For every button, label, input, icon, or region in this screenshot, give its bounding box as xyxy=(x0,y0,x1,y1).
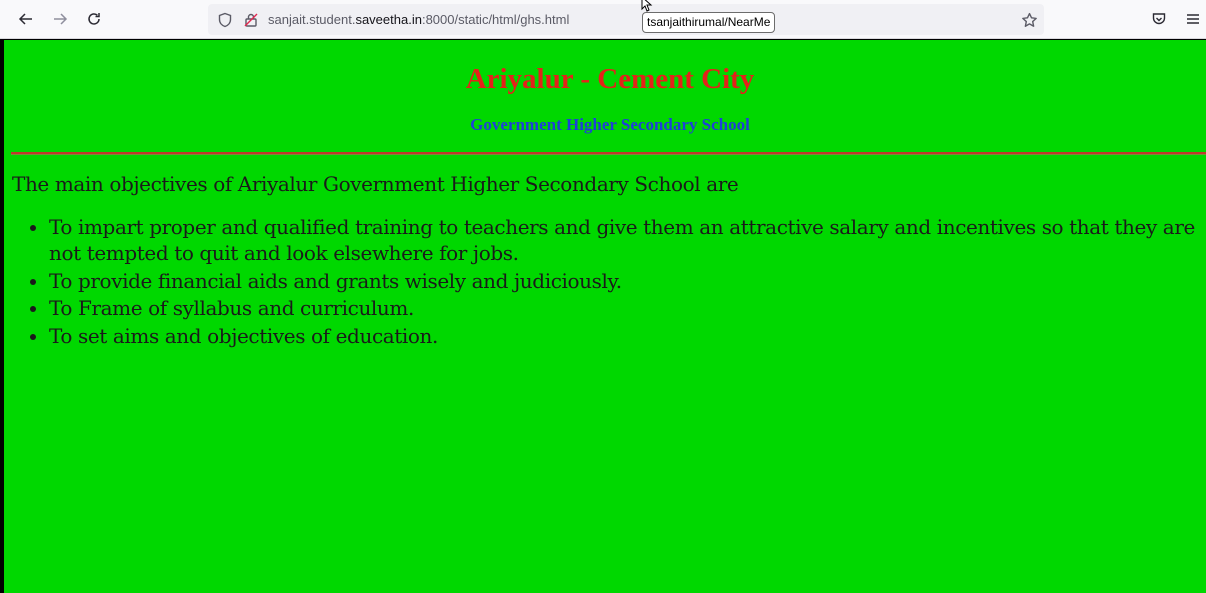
url-text[interactable]: sanjait.student.saveetha.in:8000/static/… xyxy=(268,12,569,27)
pocket-icon xyxy=(1152,13,1166,25)
url-suffix: :8000/static/html/ghs.html xyxy=(421,12,570,27)
forward-button[interactable] xyxy=(49,8,71,30)
tracking-protection-shield-icon[interactable] xyxy=(216,11,234,29)
pocket-button[interactable] xyxy=(1148,8,1170,30)
intro-text: The main objectives of Ariyalur Governme… xyxy=(12,172,739,196)
page-title: Ariyalur - Cement City xyxy=(465,63,755,95)
browser-toolbar: sanjait.student.saveetha.in:8000/static/… xyxy=(0,0,1206,39)
page-viewport: Ariyalur - Cement City Government Higher… xyxy=(4,40,1206,593)
menu-button[interactable] xyxy=(1182,8,1204,30)
objective-item: To set aims and objectives of education. xyxy=(49,323,1206,349)
hamburger-menu-icon xyxy=(1187,14,1199,24)
link-tooltip: tsanjaithirumal/NearMe xyxy=(642,12,776,33)
bookmark-star-icon[interactable] xyxy=(1020,11,1038,29)
mouse-cursor-icon xyxy=(641,0,653,12)
forward-arrow-icon xyxy=(54,13,68,25)
reload-icon xyxy=(88,13,100,25)
horizontal-rule xyxy=(11,152,1206,155)
address-bar[interactable]: sanjait.student.saveetha.in:8000/static/… xyxy=(208,4,1044,35)
back-button[interactable] xyxy=(15,8,37,30)
back-arrow-icon xyxy=(18,13,32,25)
page-subtitle: Government Higher Secondary School xyxy=(470,115,750,134)
url-prefix: sanjait.student. xyxy=(268,12,356,27)
url-domain: saveetha.in xyxy=(355,12,422,27)
objective-item: To provide financial aids and grants wis… xyxy=(49,268,1206,294)
objective-item: To Frame of syllabus and curriculum. xyxy=(49,295,1206,321)
objective-item: To impart proper and qualified training … xyxy=(49,214,1206,266)
reload-button[interactable] xyxy=(83,8,105,30)
objectives-list: To impart proper and qualified training … xyxy=(26,214,1206,350)
insecure-lock-icon[interactable] xyxy=(242,11,260,29)
